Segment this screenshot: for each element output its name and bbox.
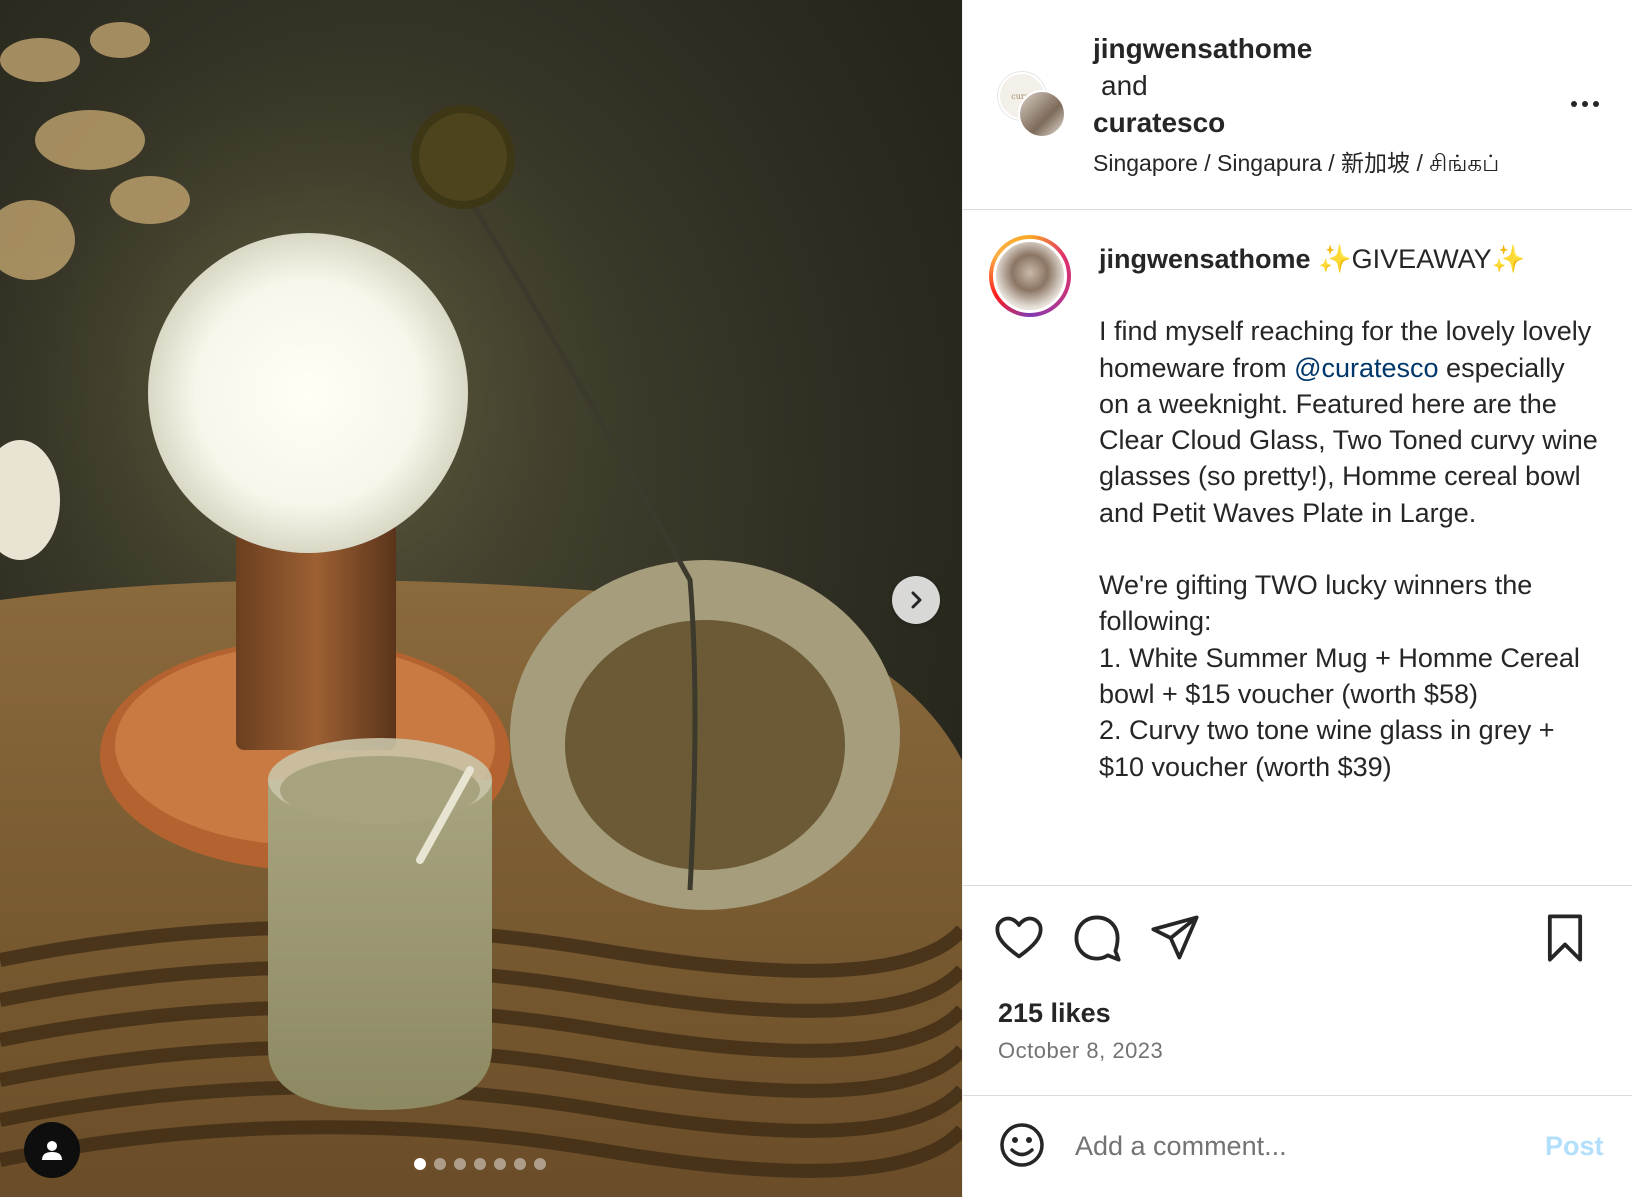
more-horizontal-icon — [1593, 101, 1599, 107]
comment-input[interactable] — [1075, 1125, 1495, 1167]
chevron-right-icon — [911, 591, 922, 609]
slide-dot — [534, 1158, 546, 1170]
caption-headline: GIVEAWAY — [1351, 244, 1492, 274]
collab-usernames: jingwensathome and curatesco — [1093, 30, 1312, 141]
bookmark-icon[interactable] — [1539, 912, 1591, 964]
slide-dot — [474, 1158, 486, 1170]
avatar[interactable] — [1018, 90, 1066, 138]
share-icon[interactable] — [1149, 912, 1201, 964]
comment-icon[interactable] — [1071, 912, 1123, 964]
slide-dot — [434, 1158, 446, 1170]
slide-indicator — [414, 1158, 546, 1170]
post-photo — [0, 20, 962, 1197]
tagged-users-button[interactable] — [24, 1122, 80, 1178]
more-horizontal-icon — [1571, 101, 1577, 107]
slide-dot — [494, 1158, 506, 1170]
sparkle-icon: ✨ — [1491, 244, 1526, 274]
slide-dot — [514, 1158, 526, 1170]
slide-dot — [414, 1158, 426, 1170]
comment-bar: Post — [963, 1097, 1632, 1197]
caption-section: jingwensathome ✨GIVEAWAY✨ I find myself … — [963, 211, 1632, 886]
username-link[interactable]: curatesco — [1093, 104, 1312, 141]
username-link[interactable]: jingwensathome — [1093, 30, 1312, 67]
emoji-icon[interactable] — [998, 1121, 1046, 1169]
post-comment-button[interactable]: Post — [1545, 1131, 1604, 1162]
caption-username[interactable]: jingwensathome — [1099, 244, 1311, 274]
location-link[interactable]: Singapore / Singapura / 新加坡 / சிங்கப் — [1093, 144, 1499, 180]
user-tag-icon — [42, 1141, 62, 1160]
caption-body: We're gifting TWO lucky winners the foll… — [1099, 570, 1533, 637]
collab-avatars[interactable]: curat — [998, 72, 1068, 142]
post-date[interactable]: October 8, 2023 — [998, 1038, 1163, 1064]
post-actions: 215 likes October 8, 2023 — [963, 886, 1632, 1096]
caption-list-item: 2. Curvy two tone wine glass in grey + $… — [1099, 715, 1555, 782]
likes-count[interactable]: 215 likes — [998, 998, 1111, 1029]
mention-link[interactable]: @curatesco — [1294, 353, 1438, 383]
post-media[interactable] — [0, 0, 962, 1197]
caption-list-item: 1. White Summer Mug + Homme Cereal bowl … — [1099, 642, 1580, 709]
caption-text: jingwensathome ✨GIVEAWAY✨ I find myself … — [1099, 241, 1599, 785]
more-horizontal-icon — [1582, 101, 1588, 107]
and-label: and — [1101, 70, 1148, 101]
more-options-button[interactable] — [1563, 92, 1607, 116]
heart-icon[interactable] — [993, 912, 1045, 964]
avatar[interactable] — [989, 235, 1071, 317]
post-header: curat jingwensathome and curatesco Singa… — [963, 0, 1632, 210]
post-side-panel: curat jingwensathome and curatesco Singa… — [962, 0, 1632, 1197]
sparkle-icon: ✨ — [1318, 244, 1352, 274]
slide-dot — [454, 1158, 466, 1170]
next-slide-button[interactable] — [892, 576, 940, 624]
